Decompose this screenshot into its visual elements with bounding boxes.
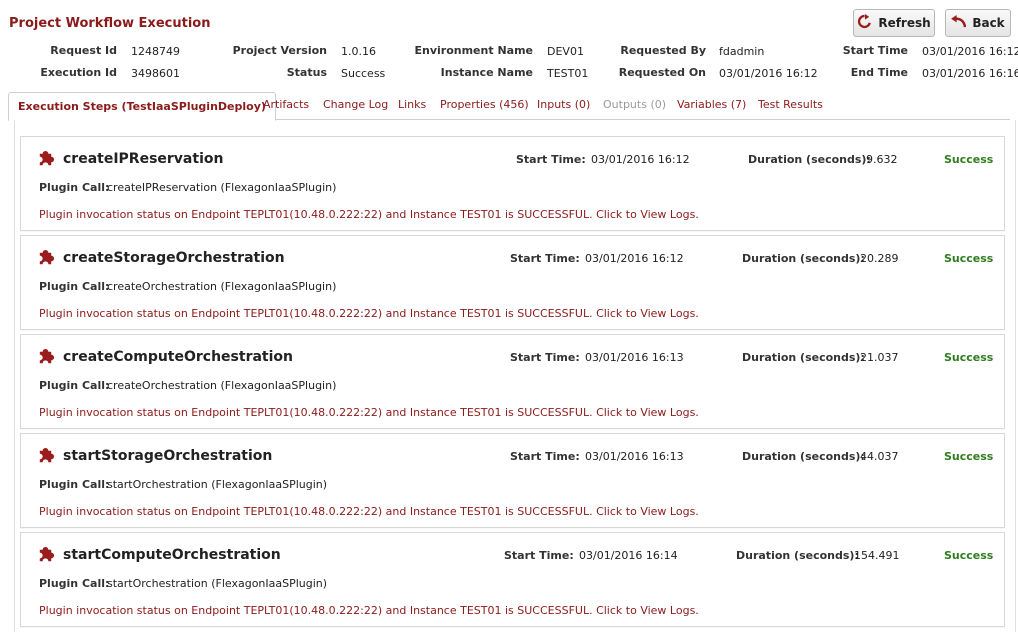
puzzle-piece-icon <box>39 447 55 463</box>
plugin-call-value: startOrchestration (FlexagonIaaSPlugin) <box>107 577 328 590</box>
end-time-label: End Time <box>850 66 908 79</box>
duration-label: Duration (seconds): <box>748 153 871 166</box>
start-time-value: 03/01/2016 16:12 <box>922 45 1018 58</box>
duration-label: Duration (seconds): <box>742 252 865 265</box>
start-time-label: Start Time: <box>510 450 580 463</box>
request-id-label: Request Id <box>50 44 117 57</box>
step-card: createIPReservation Start Time: 03/01/20… <box>20 136 1005 231</box>
status-badge: Success <box>944 252 994 265</box>
back-label: Back <box>972 16 1005 30</box>
view-logs-link[interactable]: Plugin invocation status on Endpoint TEP… <box>39 208 699 221</box>
plugin-call-value: createOrchestration (FlexagonIaaSPlugin) <box>107 280 337 293</box>
duration-value: 21.037 <box>860 351 899 364</box>
requested-on-label: Requested On <box>618 66 706 79</box>
instance-name-label: Instance Name <box>440 66 533 79</box>
status-badge: Success <box>944 351 994 364</box>
start-time-label: Start Time: <box>510 252 580 265</box>
start-time-label: Start Time <box>842 44 908 57</box>
requested-by-label: Requested By <box>620 44 706 57</box>
environment-name-value: DEV01 <box>547 45 584 58</box>
status-badge: Success <box>944 153 994 166</box>
puzzle-piece-icon <box>39 348 55 364</box>
request-id-value: 1248749 <box>131 45 180 58</box>
start-time-label: Start Time: <box>510 351 580 364</box>
tab-links[interactable]: Links <box>398 98 426 111</box>
step-name: startStorageOrchestration <box>63 448 273 464</box>
back-arrow-icon <box>951 15 967 31</box>
duration-label: Duration (seconds): <box>742 351 865 364</box>
duration-value: 9.632 <box>866 153 898 166</box>
step-card: createComputeOrchestration Start Time: 0… <box>20 334 1005 429</box>
view-logs-link[interactable]: Plugin invocation status on Endpoint TEP… <box>39 406 699 419</box>
refresh-button[interactable]: Refresh <box>853 9 935 37</box>
status-badge: Success <box>944 450 994 463</box>
start-time-value: 03/01/2016 16:13 <box>585 450 684 463</box>
step-card: startComputeOrchestration Start Time: 03… <box>20 532 1005 627</box>
execution-id-label: Execution Id <box>40 66 117 79</box>
execution-id-value: 3498601 <box>131 67 180 80</box>
start-time-value: 03/01/2016 16:13 <box>585 351 684 364</box>
tab-inputs[interactable]: Inputs (0) <box>537 98 590 111</box>
start-time-value: 03/01/2016 16:12 <box>585 252 684 265</box>
view-logs-link[interactable]: Plugin invocation status on Endpoint TEP… <box>39 505 699 518</box>
plugin-call-label: Plugin Call: <box>39 379 110 392</box>
tab-change-log[interactable]: Change Log <box>323 98 388 111</box>
project-version-label: Project Version <box>232 44 327 57</box>
requested-by-value: fdadmin <box>719 45 765 58</box>
view-logs-link[interactable]: Plugin invocation status on Endpoint TEP… <box>39 604 699 617</box>
plugin-call-label: Plugin Call: <box>39 478 110 491</box>
tab-variables[interactable]: Variables (7) <box>677 98 746 111</box>
refresh-icon <box>857 14 872 32</box>
start-time-label: Start Time: <box>504 549 574 562</box>
step-name: createStorageOrchestration <box>63 250 285 266</box>
duration-label: Duration (seconds): <box>736 549 859 562</box>
status-badge: Success <box>944 549 994 562</box>
plugin-call-value: createIPReservation (FlexagonIaaSPlugin) <box>107 181 337 194</box>
puzzle-piece-icon <box>39 546 55 562</box>
view-logs-link[interactable]: Plugin invocation status on Endpoint TEP… <box>39 307 699 320</box>
start-time-label: Start Time: <box>516 153 586 166</box>
duration-value: 20.289 <box>860 252 899 265</box>
duration-value: 44.037 <box>860 450 899 463</box>
tab-artifacts[interactable]: Artifacts <box>263 98 309 111</box>
step-name: createComputeOrchestration <box>63 349 294 365</box>
refresh-label: Refresh <box>878 16 931 30</box>
puzzle-piece-icon <box>39 150 55 166</box>
puzzle-piece-icon <box>39 249 55 265</box>
instance-name-value: TEST01 <box>547 67 589 80</box>
plugin-call-label: Plugin Call: <box>39 280 110 293</box>
step-card: createStorageOrchestration Start Time: 0… <box>20 235 1005 330</box>
tab-execution-steps[interactable]: Execution Steps (TestIaaSPluginDeploy) <box>8 92 276 121</box>
start-time-value: 03/01/2016 16:12 <box>591 153 690 166</box>
plugin-call-value: createOrchestration (FlexagonIaaSPlugin) <box>107 379 337 392</box>
project-version-value: 1.0.16 <box>341 45 376 58</box>
status-label: Status <box>286 66 327 79</box>
tab-outputs: Outputs (0) <box>603 98 667 111</box>
page-title: Project Workflow Execution <box>9 16 211 31</box>
tab-bar: Execution Steps (TestIaaSPluginDeploy) A… <box>8 92 1010 121</box>
end-time-value: 03/01/2016 16:16 <box>922 67 1018 80</box>
duration-label: Duration (seconds): <box>742 450 865 463</box>
duration-value: 154.491 <box>854 549 900 562</box>
plugin-call-label: Plugin Call: <box>39 181 110 194</box>
requested-on-value: 03/01/2016 16:12 <box>719 67 818 80</box>
step-name: startComputeOrchestration <box>63 547 281 563</box>
tab-test-results[interactable]: Test Results <box>758 98 823 111</box>
plugin-call-value: startOrchestration (FlexagonIaaSPlugin) <box>107 478 328 491</box>
back-button[interactable]: Back <box>945 9 1011 37</box>
environment-name-label: Environment Name <box>414 44 534 57</box>
step-name: createIPReservation <box>63 151 224 167</box>
step-card: startStorageOrchestration Start Time: 03… <box>20 433 1005 528</box>
tab-properties[interactable]: Properties (456) <box>440 98 529 111</box>
plugin-call-label: Plugin Call: <box>39 577 110 590</box>
status-value: Success <box>341 67 386 80</box>
start-time-value: 03/01/2016 16:14 <box>579 549 678 562</box>
